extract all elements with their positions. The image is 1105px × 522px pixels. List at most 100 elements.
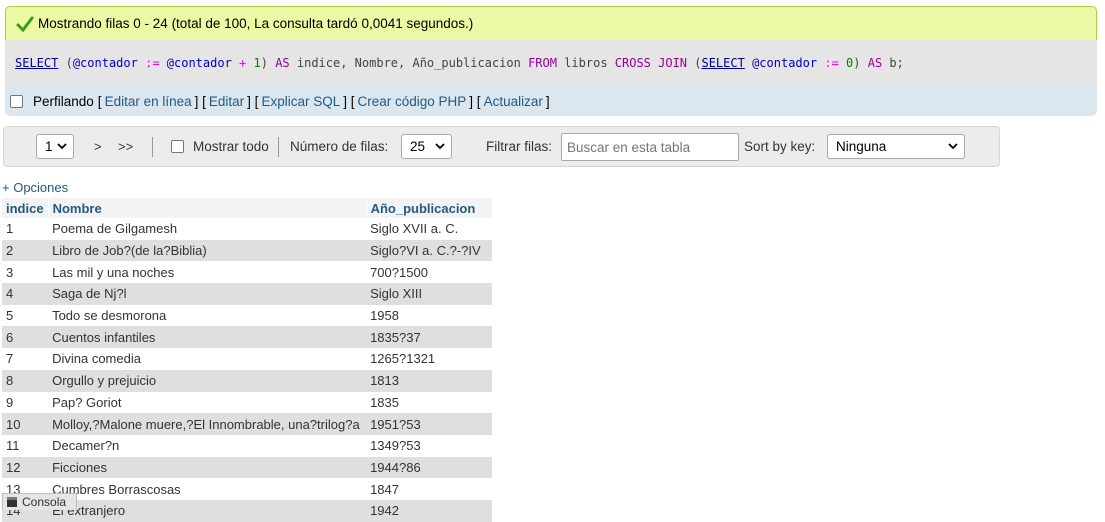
cell-nombre[interactable]: Todo se desmorona [48, 304, 367, 327]
sort-by-key-value: Ninguna [836, 139, 887, 154]
cell-nombre[interactable]: Molloy,?Malone muere,?El Innombrable, un… [48, 413, 367, 435]
chevron-down-icon [948, 143, 958, 150]
sql-query-box[interactable]: SELECT (@contador := @contador + 1) AS i… [5, 40, 1097, 86]
cell-ano-publicacion[interactable]: 1958 [366, 304, 493, 327]
console-toggle[interactable]: Consola [2, 493, 77, 510]
cell-ano-publicacion[interactable]: Siglo XVII a. C. [366, 218, 493, 240]
cell-ano-publicacion[interactable]: 1942 [366, 499, 493, 522]
cell-ano-publicacion[interactable]: 1349?53 [366, 434, 493, 457]
cell-ano-publicacion[interactable]: 1951?53 [366, 413, 493, 435]
sql-token: libros [556, 56, 615, 70]
cell-ano-publicacion[interactable]: 1813 [366, 369, 493, 392]
cell-nombre[interactable]: Orgullo y prejuicio [48, 369, 367, 392]
options-link[interactable]: + Opciones [2, 180, 68, 195]
table-row[interactable]: 1 Poema de Gilgamesh Siglo XVII a. C. [2, 218, 493, 240]
table-row[interactable]: 2 Libro de Job?(de la?Biblia) Siglo?VI a. … [2, 239, 493, 262]
console-icon [7, 497, 17, 507]
cell-nombre[interactable]: Decamer?n [48, 434, 367, 457]
cell-nombre[interactable]: Pap? Goriot [48, 391, 367, 414]
cell-ano-publicacion[interactable]: 700?1500 [366, 261, 493, 284]
cell-ano-publicacion[interactable]: Siglo?VI a. C.?-?IV [366, 239, 493, 262]
column-header-ano-publicacion[interactable]: Año_publicacion [366, 198, 493, 218]
table-row[interactable]: 5 Todo se desmorona 1958 [2, 304, 493, 327]
rows-count-label: Número de filas: [290, 139, 389, 154]
show-all-checkbox[interactable] [171, 140, 184, 153]
cell-ano-publicacion[interactable]: 1847 [366, 478, 493, 500]
edit-inline-link[interactable]: Editar en línea [105, 94, 192, 109]
cell-ano-publicacion[interactable]: Siglo XIII [366, 283, 493, 305]
sql-token: @contador [72, 56, 138, 70]
sql-token: ) [853, 56, 868, 70]
success-message-text: Mostrando filas 0 - 24 (total de 100, La… [38, 16, 474, 31]
cell-indice[interactable]: 10 [2, 413, 49, 435]
sql-token: FROM [528, 56, 557, 70]
cell-ano-publicacion[interactable]: 1835?37 [366, 326, 493, 349]
filter-rows-input[interactable]: Buscar en esta tabla [561, 133, 739, 161]
cell-indice[interactable]: 8 [2, 369, 49, 392]
table-row[interactable]: 10 Molloy,?Malone muere,?El Innombrable, … [2, 413, 493, 435]
table-row[interactable]: 7 Divina comedia 1265?1321 [2, 348, 493, 370]
table-row[interactable]: 3 Las mil y una noches 700?1500 [2, 261, 493, 284]
sql-token: + [239, 56, 247, 70]
cell-nombre[interactable]: Poema de Gilgamesh [48, 218, 367, 240]
last-page-button[interactable]: >> [118, 139, 133, 154]
cell-nombre[interactable]: Libro de Job?(de la?Biblia) [48, 239, 367, 262]
cell-nombre[interactable]: Divina comedia [48, 348, 367, 370]
cell-indice[interactable]: 5 [2, 304, 49, 327]
cell-nombre[interactable]: Las mil y una noches [48, 261, 367, 284]
cell-indice[interactable]: 3 [2, 261, 49, 284]
cell-indice[interactable]: 7 [2, 348, 49, 370]
cell-ano-publicacion[interactable]: 1835 [366, 391, 493, 414]
console-label: Consola [22, 495, 67, 509]
rows-count-value: 25 [410, 139, 426, 154]
refresh-link[interactable]: Actualizar [484, 94, 543, 109]
create-php-code-link[interactable]: Crear código PHP [357, 94, 466, 109]
column-header-nombre[interactable]: Nombre [48, 198, 367, 218]
cell-ano-publicacion[interactable]: 1265?1321 [366, 348, 493, 370]
cell-ano-publicacion[interactable]: 1944?86 [366, 456, 493, 479]
table-row[interactable]: 6 Cuentos infantiles 1835?37 [2, 326, 493, 349]
table-row[interactable]: 8 Orgullo y prejuicio 1813 [2, 369, 493, 392]
column-header-indice[interactable]: indice [2, 198, 49, 218]
profiling-checkbox[interactable] [10, 94, 23, 108]
sql-token: := [824, 56, 839, 70]
sql-token: := [145, 56, 160, 70]
sort-by-key-select[interactable]: Ninguna [827, 134, 965, 159]
cell-indice[interactable]: 6 [2, 326, 49, 349]
cell-nombre[interactable]: Cumbres Borrascosas [48, 478, 367, 500]
table-row[interactable]: 12 Ficciones 1944?86 [2, 456, 493, 479]
table-row[interactable]: 4 Saga de Nj?l Siglo XIII [2, 283, 493, 305]
show-all-label: Mostrar todo [193, 139, 269, 154]
sql-token: AS [867, 56, 883, 70]
explain-sql-link[interactable]: Explicar SQL [261, 94, 340, 109]
results-table: indice Nombre Año_publicacion 1 Poema de … [2, 198, 493, 522]
cell-indice[interactable]: 4 [2, 283, 49, 305]
cell-indice[interactable]: 9 [2, 391, 49, 414]
cell-nombre[interactable]: El extranjero [48, 499, 367, 522]
cell-nombre[interactable]: Cuentos infantiles [48, 326, 367, 349]
page-select[interactable]: 1 [36, 134, 74, 159]
table-row[interactable]: 11 Decamer?n 1349?53 [2, 434, 493, 457]
sql-token: 0 [846, 56, 854, 70]
edit-link[interactable]: Editar [209, 94, 244, 109]
rows-count-select[interactable]: 25 [401, 134, 452, 159]
cell-indice[interactable]: 12 [2, 456, 49, 479]
cell-indice[interactable]: 2 [2, 239, 49, 262]
cell-nombre[interactable]: Ficciones [48, 456, 367, 479]
divider [278, 137, 279, 157]
page-select-value: 1 [45, 139, 53, 154]
next-page-button[interactable]: > [94, 139, 102, 154]
cell-indice[interactable]: 1 [2, 218, 49, 240]
cell-indice[interactable]: 11 [2, 434, 49, 457]
sql-token: 1 [253, 56, 261, 70]
cell-nombre[interactable]: Saga de Nj?l [48, 283, 367, 305]
table-row[interactable]: 9 Pap? Goriot 1835 [2, 391, 493, 414]
sql-token: CROSS JOIN [614, 56, 688, 70]
